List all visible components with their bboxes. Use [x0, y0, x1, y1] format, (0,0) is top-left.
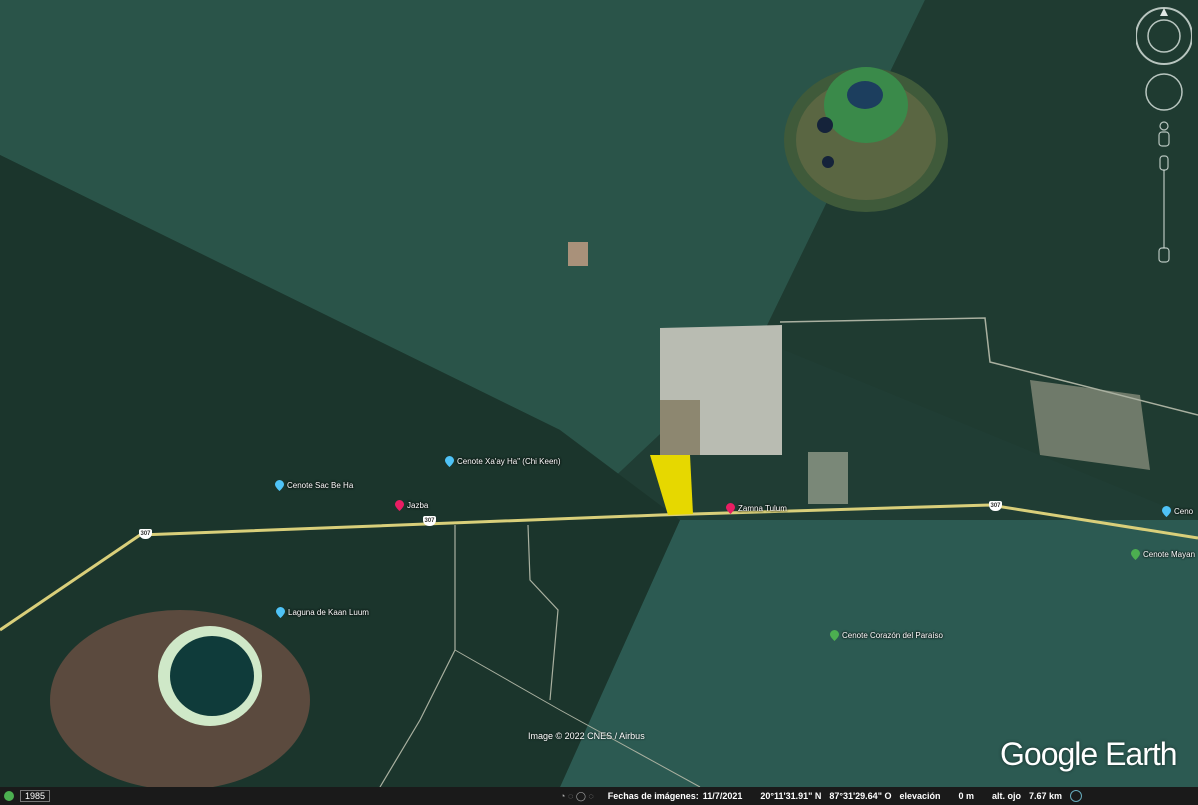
status-bar: 1985 ◔ ◌ ◯ ◌ Fechas de imágenes: 11/7/20…: [0, 787, 1198, 805]
compass-ring-icon[interactable]: [1136, 7, 1192, 65]
poi-laguna-kaan-luum[interactable]: Laguna de Kaan Luum: [276, 607, 369, 618]
poi-cenote-edge[interactable]: Ceno: [1162, 506, 1193, 517]
poi-label: Jazba: [407, 501, 429, 510]
park-pin-icon: [1131, 549, 1140, 560]
imagery-date: 11/7/2021: [702, 791, 743, 801]
imagery-dates-label: Fechas de imágenes:: [607, 791, 699, 801]
poi-zamna-tulum[interactable]: Zamna Tulum: [726, 503, 787, 514]
progress-icons: ◔ ◌ ◯ ◌: [560, 790, 594, 801]
poi-cenote-sac-be-ha[interactable]: Cenote Sac Be Ha: [275, 480, 353, 491]
poi-cenote-corazon[interactable]: Cenote Corazón del Paraíso: [830, 630, 943, 641]
historical-year[interactable]: 1985: [20, 790, 51, 802]
poi-label: Zamna Tulum: [738, 504, 787, 513]
park-pin-icon: [830, 630, 839, 641]
imagery-credit: Image © 2022 CNES / Airbus: [528, 731, 645, 741]
look-joystick-icon[interactable]: [1145, 73, 1183, 111]
globe-icon: [4, 791, 14, 801]
hotel-pin-icon: [395, 500, 404, 511]
poi-label: Cenote Xa'ay Ha" (Chi Keen): [457, 457, 561, 466]
streaming-icon: [1070, 790, 1083, 802]
map-imagery: [0, 0, 1198, 790]
satellite-map[interactable]: 307 307 307 Cenote Sac Be Ha Cenote Xa'a…: [0, 0, 1198, 805]
poi-label: Laguna de Kaan Luum: [288, 608, 369, 617]
eye-alt-label: alt. ojo: [992, 791, 1022, 801]
poi-jazba[interactable]: Jazba: [395, 500, 428, 511]
poi-label: Cenote Mayan: [1143, 550, 1196, 559]
poi-cenote-xaay-ha[interactable]: Cenote Xa'ay Ha" (Chi Keen): [445, 456, 561, 467]
cenote-pin-icon: [445, 456, 454, 467]
cenote-pin-icon: [1162, 506, 1171, 517]
street-view-person-icon[interactable]: [1158, 121, 1170, 147]
elevation: 0 m: [958, 791, 975, 801]
eye-alt: 7.67 km: [1029, 791, 1063, 801]
cenote-pin-icon: [275, 480, 284, 491]
lake-pin-icon: [276, 607, 285, 618]
zoom-slider[interactable]: [1158, 155, 1170, 263]
hotel-pin-icon: [726, 503, 735, 514]
poi-label: Cenote Sac Be Ha: [287, 481, 354, 490]
poi-label: Cenote Corazón del Paraíso: [842, 631, 943, 640]
poi-label: Ceno: [1174, 507, 1194, 516]
poi-cenote-mayan[interactable]: Cenote Mayan: [1131, 549, 1195, 560]
elevation-label: elevación: [899, 791, 941, 801]
latitude: 20°11'31.91" N: [760, 791, 822, 801]
longitude: 87°31'29.64" O: [829, 791, 892, 801]
google-earth-logo: Google Earth: [1000, 736, 1178, 772]
